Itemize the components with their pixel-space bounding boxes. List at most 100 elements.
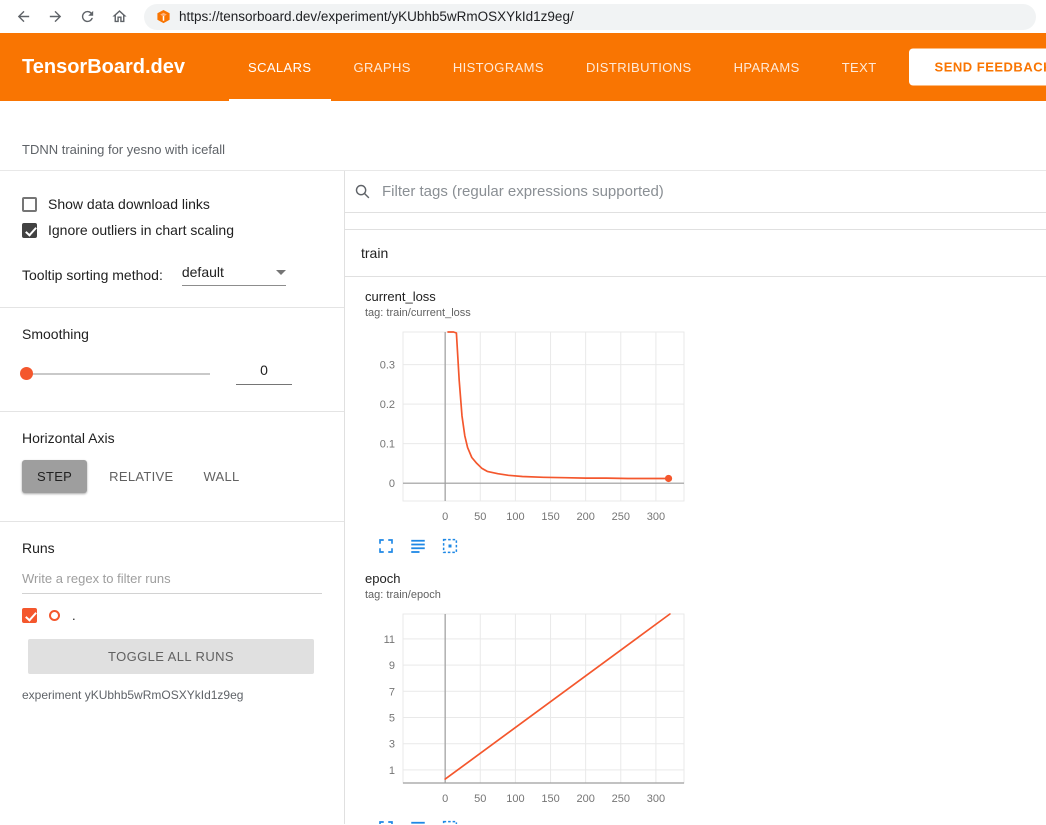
fit-domain-icon[interactable] bbox=[441, 537, 459, 555]
svg-text:11: 11 bbox=[384, 634, 395, 646]
axis-step-button[interactable]: STEP bbox=[22, 460, 87, 493]
svg-text:150: 150 bbox=[541, 511, 559, 523]
run-checkbox[interactable] bbox=[22, 608, 37, 623]
home-icon[interactable] bbox=[106, 4, 132, 30]
view-data-icon[interactable] bbox=[409, 537, 427, 555]
svg-text:200: 200 bbox=[576, 793, 594, 805]
dashboard-tabs: SCALARS GRAPHS HISTOGRAMS DISTRIBUTIONS … bbox=[227, 33, 898, 101]
chart-tag: tag: train/epoch bbox=[355, 589, 693, 601]
reload-icon[interactable] bbox=[74, 4, 100, 30]
svg-text:1: 1 bbox=[389, 765, 395, 777]
url-text: https://tensorboard.dev/experiment/yKUbh… bbox=[179, 9, 574, 24]
chevron-down-icon bbox=[276, 270, 286, 275]
ignore-outliers-checkbox[interactable] bbox=[22, 223, 37, 238]
run-color-swatch-icon bbox=[49, 610, 60, 621]
show-download-links-checkbox[interactable] bbox=[22, 197, 37, 212]
run-row: . bbox=[0, 594, 344, 627]
svg-text:0.3: 0.3 bbox=[380, 360, 395, 372]
tag-filter-row bbox=[345, 171, 1046, 213]
send-feedback-button[interactable]: SEND FEEDBACK bbox=[909, 49, 1046, 86]
horizontal-axis-buttons: STEP RELATIVE WALL bbox=[0, 448, 344, 505]
settings-sidebar: Show data download links Ignore outliers… bbox=[0, 171, 345, 824]
tab-hparams[interactable]: HPARAMS bbox=[713, 33, 821, 101]
svg-text:50: 50 bbox=[474, 793, 486, 805]
sidebar-divider bbox=[0, 521, 344, 522]
svg-text:3: 3 bbox=[389, 739, 395, 751]
app-header: TensorBoard.dev SCALARS GRAPHS HISTOGRAM… bbox=[0, 33, 1046, 101]
svg-text:150: 150 bbox=[541, 793, 559, 805]
content-area: Show data download links Ignore outliers… bbox=[0, 171, 1046, 824]
tab-histograms[interactable]: HISTOGRAMS bbox=[432, 33, 565, 101]
svg-text:100: 100 bbox=[506, 511, 524, 523]
charts-grid: current_losstag: train/current_loss05010… bbox=[345, 277, 1046, 824]
axis-wall-button[interactable]: WALL bbox=[195, 460, 247, 493]
tensorboard-logo: TensorBoard.dev bbox=[22, 56, 185, 79]
svg-text:250: 250 bbox=[612, 511, 630, 523]
svg-text:7: 7 bbox=[389, 686, 395, 698]
show-download-links-row: Show data download links bbox=[0, 191, 344, 217]
svg-text:200: 200 bbox=[576, 511, 594, 523]
view-data-icon[interactable] bbox=[409, 819, 427, 824]
line-chart-current_loss[interactable]: 0 50 100 150 200 250 300 0 0.1 0.2 0.3 bbox=[355, 323, 691, 531]
chart-title: current_loss bbox=[355, 289, 693, 304]
forward-icon[interactable] bbox=[42, 4, 68, 30]
smoothing-value[interactable]: 0 bbox=[236, 362, 292, 385]
svg-text:0.2: 0.2 bbox=[380, 399, 395, 411]
svg-text:9: 9 bbox=[389, 660, 395, 672]
experiment-caption: experiment yKUbhb5wRmOSXYkId1z9eg bbox=[0, 674, 344, 716]
chart-card-current_loss: current_loss tag: train/current_loss 0 50 10… bbox=[355, 289, 693, 555]
chart-tag: tag: train/current_loss bbox=[355, 307, 693, 319]
ignore-outliers-row: Ignore outliers in chart scaling bbox=[0, 217, 344, 243]
svg-text:5: 5 bbox=[389, 712, 395, 724]
experiment-subheader: TDNN training for yesno with icefall bbox=[0, 101, 1046, 171]
runs-filter-input[interactable] bbox=[22, 564, 322, 594]
svg-text:250: 250 bbox=[612, 793, 630, 805]
smoothing-slider[interactable] bbox=[22, 373, 210, 375]
tab-graphs[interactable]: GRAPHS bbox=[333, 33, 432, 101]
smoothing-slider-row: 0 bbox=[0, 344, 344, 395]
show-download-links-label: Show data download links bbox=[48, 196, 210, 212]
tab-text[interactable]: TEXT bbox=[821, 33, 898, 101]
svg-text:100: 100 bbox=[506, 793, 524, 805]
toggle-all-runs-button[interactable]: TOGGLE ALL RUNS bbox=[28, 639, 314, 674]
runs-label: Runs bbox=[0, 538, 344, 558]
svg-text:0: 0 bbox=[442, 793, 448, 805]
experiment-title: TDNN training for yesno with icefall bbox=[22, 142, 225, 157]
svg-text:50: 50 bbox=[474, 511, 486, 523]
train-section-header[interactable]: train bbox=[345, 230, 1046, 277]
svg-text:300: 300 bbox=[647, 511, 665, 523]
tensorboard-favicon bbox=[156, 9, 171, 24]
smoothing-slider-knob[interactable] bbox=[20, 367, 33, 380]
svg-text:0.1: 0.1 bbox=[380, 439, 395, 451]
svg-text:300: 300 bbox=[647, 793, 665, 805]
svg-text:0: 0 bbox=[389, 478, 395, 490]
ignore-outliers-label: Ignore outliers in chart scaling bbox=[48, 222, 234, 238]
tooltip-sorting-label: Tooltip sorting method: bbox=[22, 267, 163, 283]
tooltip-sorting-value: default bbox=[182, 264, 224, 280]
fit-domain-icon[interactable] bbox=[441, 819, 459, 824]
tag-filter-input[interactable] bbox=[380, 182, 1046, 201]
browser-toolbar: https://tensorboard.dev/experiment/yKUbh… bbox=[0, 0, 1046, 33]
line-chart-epoch[interactable]: 0 50 100 150 200 250 300 1 3 5 7 9 11 bbox=[355, 605, 691, 813]
chart-toolbar bbox=[355, 531, 693, 555]
address-bar[interactable]: https://tensorboard.dev/experiment/yKUbh… bbox=[144, 4, 1036, 30]
expand-chart-icon[interactable] bbox=[377, 537, 395, 555]
tab-scalars[interactable]: SCALARS bbox=[227, 33, 333, 101]
scalars-main: train current_loss tag: train/current_los… bbox=[345, 171, 1046, 824]
chart-toolbar bbox=[355, 813, 693, 824]
tooltip-sorting-dropdown[interactable]: default bbox=[182, 264, 286, 286]
run-name: . bbox=[72, 608, 76, 623]
chart-title: epoch bbox=[355, 571, 693, 586]
sidebar-divider bbox=[0, 411, 344, 412]
svg-text:0: 0 bbox=[442, 511, 448, 523]
expand-chart-icon[interactable] bbox=[377, 819, 395, 824]
tensorboard-page: { "browser": { "url": "https://tensorboa… bbox=[0, 0, 1046, 825]
horizontal-axis-label: Horizontal Axis bbox=[0, 428, 344, 448]
sidebar-divider bbox=[0, 307, 344, 308]
axis-relative-button[interactable]: RELATIVE bbox=[101, 460, 181, 493]
train-section: train current_loss tag: train/current_los… bbox=[345, 229, 1046, 824]
tab-distributions[interactable]: DISTRIBUTIONS bbox=[565, 33, 713, 101]
chart-card-epoch: epoch tag: train/epoch 0 50 100 150 200 250 300 1… bbox=[355, 571, 693, 824]
back-icon[interactable] bbox=[10, 4, 36, 30]
search-icon bbox=[354, 183, 371, 200]
